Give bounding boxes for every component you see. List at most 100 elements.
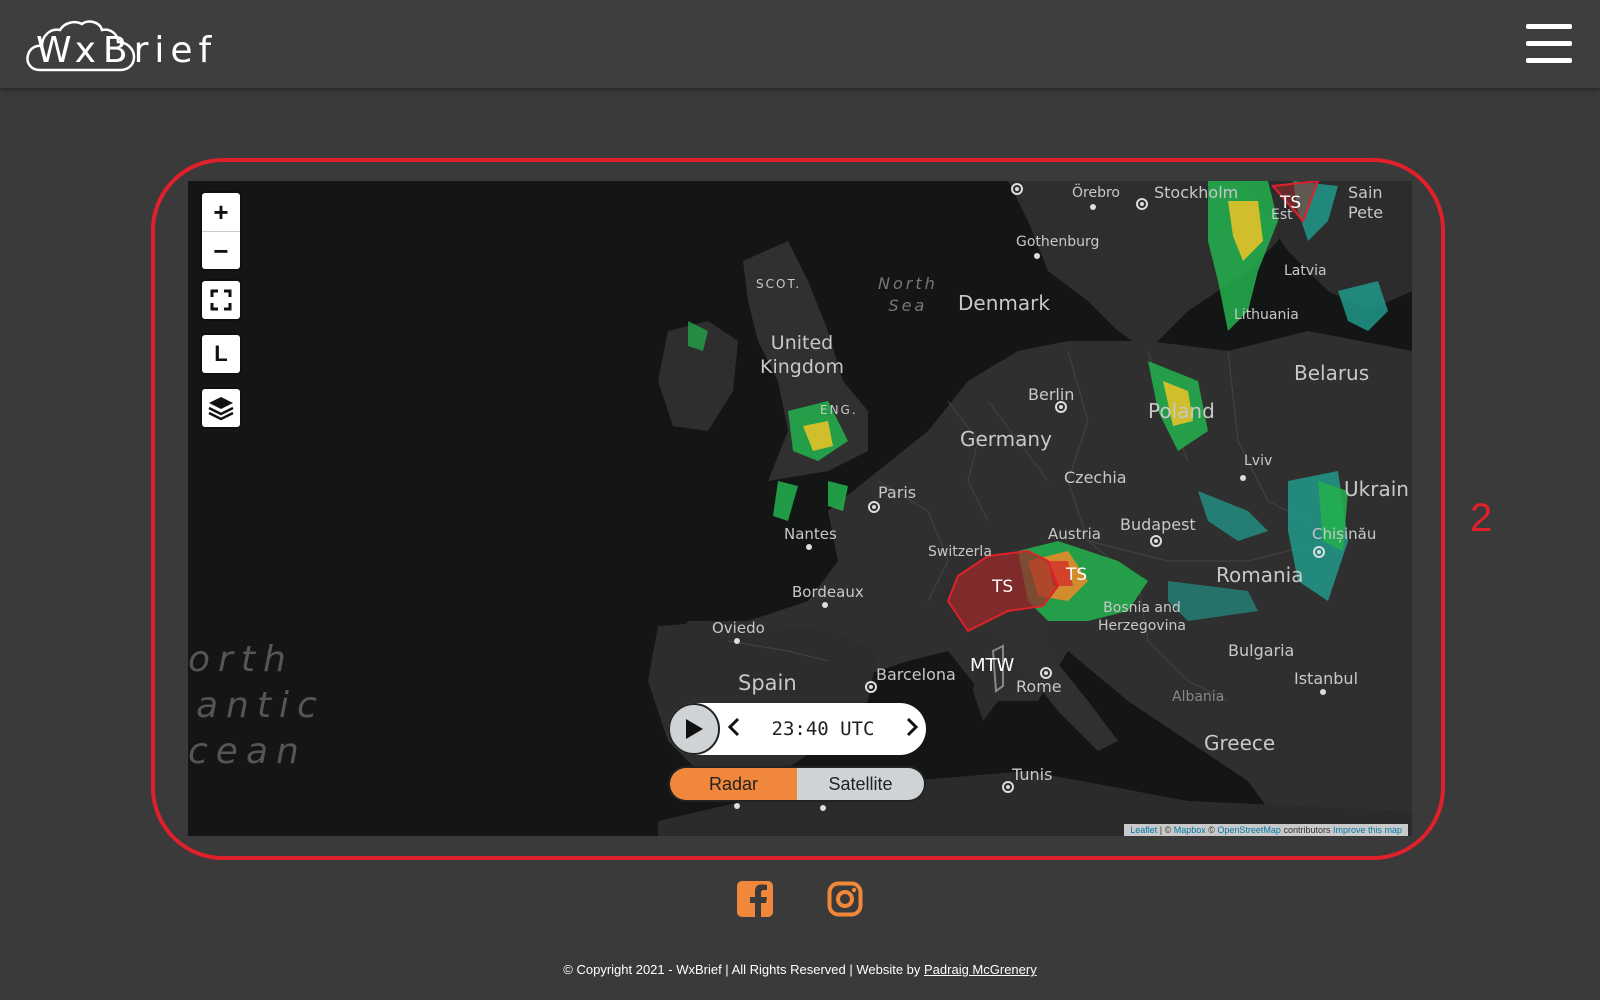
- label-tunis: Tunis: [1012, 765, 1053, 784]
- label-rome: Rome: [1016, 677, 1062, 696]
- dot-orebro: [1090, 204, 1096, 210]
- label-berlin: Berlin: [1028, 385, 1075, 404]
- leaflet-link[interactable]: Leaflet: [1130, 825, 1157, 835]
- label-lviv: Lviv: [1244, 453, 1273, 469]
- label-switzerland: Switzerla: [928, 544, 992, 560]
- label-barcelona: Barcelona: [876, 665, 956, 684]
- dot-south-2: [820, 805, 826, 811]
- label-denmark: Denmark: [958, 291, 1050, 315]
- copyright-icon: ©: [563, 962, 573, 977]
- zoom-out-button[interactable]: −: [202, 232, 240, 270]
- label-nantes: Nantes: [784, 525, 837, 543]
- map-attribution: Leaflet | © Mapbox © OpenStreetMap contr…: [1124, 824, 1408, 836]
- label-istanbul: Istanbul: [1294, 669, 1359, 688]
- dot-tunis: [1002, 781, 1014, 793]
- ocean-label-3: cean: [188, 731, 307, 772]
- footer: © Copyright 2021 - WxBrief | All Rights …: [0, 962, 1600, 977]
- label-england: ENG.: [820, 403, 858, 417]
- facebook-link[interactable]: [737, 881, 773, 917]
- label-stockholm: Stockholm: [1154, 183, 1239, 202]
- ocean-label-1: orth: [188, 639, 294, 680]
- satellite-tab[interactable]: Satellite: [797, 768, 924, 800]
- warning-label-ts-1: TS: [992, 577, 1014, 597]
- dot-berlin: [1055, 401, 1067, 413]
- dot-chisinau: [1313, 546, 1325, 558]
- dot-orebro-2: [1011, 183, 1023, 195]
- play-icon: [686, 719, 703, 739]
- copyright-text: Copyright 2021 - WxBrief | All Rights Re…: [576, 962, 925, 977]
- label-paris: Paris: [878, 483, 917, 502]
- warning-label-ts-2: TS: [1066, 565, 1088, 585]
- label-poland: Poland: [1148, 399, 1215, 423]
- label-oviedo: Oviedo: [712, 619, 765, 637]
- chevron-left-icon: [727, 717, 740, 736]
- improve-map-link[interactable]: Improve this map: [1333, 825, 1402, 835]
- label-bordeaux: Bordeaux: [792, 583, 864, 601]
- chevron-right-icon: [906, 717, 919, 736]
- label-greece: Greece: [1204, 731, 1276, 755]
- attrib-sep-1: | ©: [1157, 825, 1174, 835]
- label-albania: Albania: [1172, 689, 1225, 705]
- label-germany: Germany: [960, 427, 1052, 451]
- dot-oviedo: [734, 638, 740, 644]
- dot-paris: [868, 501, 880, 513]
- attrib-sep-2: ©: [1205, 825, 1218, 835]
- instagram-link[interactable]: [827, 881, 863, 917]
- label-scotland: SCOT.: [756, 277, 802, 291]
- label-latvia: Latvia: [1284, 263, 1327, 279]
- weather-map[interactable]: Örebro Stockholm Sain Pete Est Gothenbur…: [188, 181, 1412, 836]
- dot-gothenburg: [1034, 253, 1040, 259]
- label-ukraine: Ukrain: [1344, 477, 1409, 501]
- site-header: Wx Brief: [0, 0, 1600, 88]
- label-chisinau: Chișinău: [1312, 525, 1377, 543]
- dot-bordeaux: [822, 602, 828, 608]
- dot-south-1: [734, 803, 740, 809]
- fullscreen-button[interactable]: [202, 281, 240, 319]
- annotation-number: 2: [1470, 496, 1493, 540]
- dot-nantes: [806, 544, 812, 550]
- osm-link[interactable]: OpenStreetMap: [1217, 825, 1281, 835]
- dot-stockholm: [1136, 198, 1148, 210]
- layers-icon: [208, 397, 234, 421]
- label-lithuania: Lithuania: [1234, 307, 1299, 323]
- fullscreen-icon: [210, 289, 232, 311]
- layers-button[interactable]: [202, 389, 240, 427]
- hamburger-menu-icon[interactable]: [1526, 24, 1572, 64]
- play-button[interactable]: [668, 703, 720, 755]
- label-budapest: Budapest: [1120, 515, 1196, 534]
- next-frame-button[interactable]: [898, 717, 926, 742]
- logo-text-wx: Wx: [36, 29, 99, 71]
- zoom-in-button[interactable]: +: [202, 193, 240, 232]
- zoom-control: + −: [202, 193, 240, 269]
- warning-label-ts-3: TS: [1280, 193, 1302, 213]
- label-gothenburg: Gothenburg: [1016, 234, 1100, 250]
- label-bosnia: Bosnia and Herzegovina: [1098, 600, 1186, 634]
- mapbox-link[interactable]: Mapbox: [1174, 825, 1206, 835]
- dot-barcelona: [865, 681, 877, 693]
- attrib-contrib: contributors: [1280, 825, 1333, 835]
- label-orebro: Örebro: [1072, 185, 1120, 201]
- label-united-kingdom: United Kingdom: [760, 332, 845, 378]
- dot-rome: [1040, 667, 1052, 679]
- wxbrief-logo[interactable]: Wx Brief: [26, 20, 211, 72]
- previous-frame-button[interactable]: [720, 717, 748, 742]
- label-romania: Romania: [1216, 563, 1304, 587]
- ocean-label-2: antic: [196, 685, 325, 726]
- author-link[interactable]: Padraig McGrenery: [924, 962, 1037, 977]
- label-austria: Austria: [1048, 525, 1101, 543]
- facebook-icon: [737, 881, 773, 917]
- label-belarus: Belarus: [1294, 361, 1370, 385]
- label-bulgaria: Bulgaria: [1228, 641, 1295, 660]
- label-saint-petersburg: Sain Pete: [1348, 183, 1384, 222]
- dot-lviv: [1240, 475, 1246, 481]
- logo-text-brief: Brief: [102, 29, 218, 71]
- instagram-icon: [827, 881, 863, 917]
- label-north-sea: North Sea: [878, 274, 938, 315]
- radar-tab[interactable]: Radar: [670, 768, 797, 800]
- layer-l-button[interactable]: L: [202, 335, 240, 373]
- warning-label-mtw: MTW: [970, 655, 1015, 676]
- mode-toggle: Radar Satellite: [668, 766, 926, 802]
- label-spain: Spain: [738, 671, 797, 695]
- timeline-control: 23:40 UTC: [668, 703, 926, 755]
- dot-budapest: [1150, 535, 1162, 547]
